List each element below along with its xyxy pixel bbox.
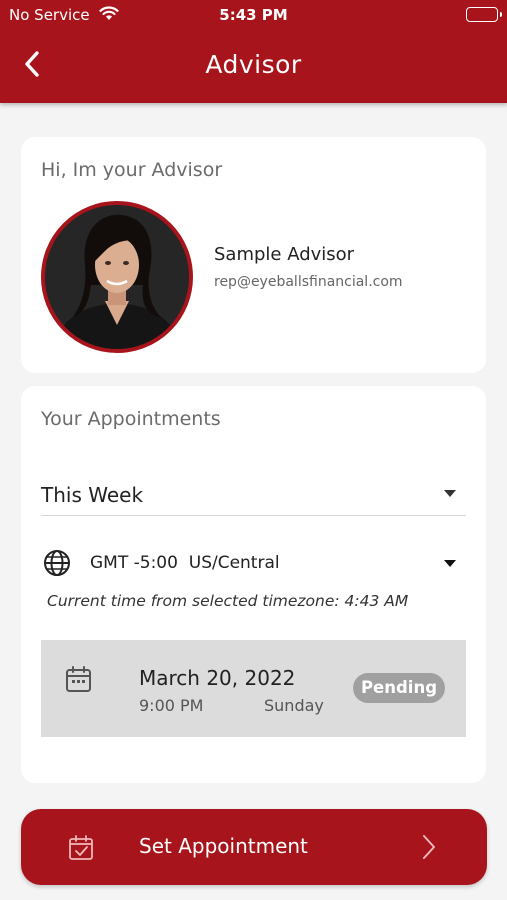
top-bar: No Service 5:43 PM Advisor bbox=[0, 0, 507, 103]
battery-icon bbox=[466, 7, 502, 22]
caret-down-icon bbox=[444, 560, 456, 567]
advisor-card-title: Hi, Im your Advisor bbox=[41, 159, 223, 181]
timezone-dropdown-value: GMT -5:00 US/Central bbox=[90, 553, 280, 573]
status-badge: Pending bbox=[353, 673, 445, 703]
advisor-card: Hi, Im your Advisor Sample Advisor rep@e… bbox=[21, 137, 486, 373]
current-time-note: Current time from selected timezone: 4:4… bbox=[47, 592, 409, 610]
appointments-card: Your Appointments This Week GMT -5:00 US… bbox=[21, 386, 486, 783]
caret-down-icon bbox=[444, 490, 456, 497]
chevron-right-icon bbox=[421, 833, 437, 865]
globe-icon bbox=[43, 549, 71, 581]
calendar-check-icon bbox=[68, 834, 94, 865]
appointment-item[interactable]: March 20, 2022 9:00 PM Sunday Pending bbox=[41, 640, 466, 737]
appointment-time: 9:00 PM bbox=[139, 696, 204, 715]
page-title: Advisor bbox=[205, 50, 302, 79]
status-time: 5:43 PM bbox=[219, 6, 288, 24]
appointment-day: Sunday bbox=[264, 696, 324, 715]
set-appointment-label: Set Appointment bbox=[139, 834, 308, 858]
calendar-icon bbox=[65, 665, 92, 697]
advisor-email: rep@eyeballsfinancial.com bbox=[214, 274, 403, 290]
advisor-avatar bbox=[41, 201, 193, 353]
timezone-dropdown[interactable]: GMT -5:00 US/Central bbox=[41, 546, 466, 580]
advisor-name: Sample Advisor bbox=[214, 244, 355, 265]
set-appointment-button[interactable]: Set Appointment bbox=[21, 809, 487, 885]
period-dropdown[interactable]: This Week bbox=[41, 466, 466, 516]
status-bar: No Service 5:43 PM bbox=[0, 0, 507, 30]
appointments-card-title: Your Appointments bbox=[41, 408, 221, 430]
period-dropdown-value: This Week bbox=[41, 483, 144, 507]
appointment-date: March 20, 2022 bbox=[139, 666, 296, 690]
